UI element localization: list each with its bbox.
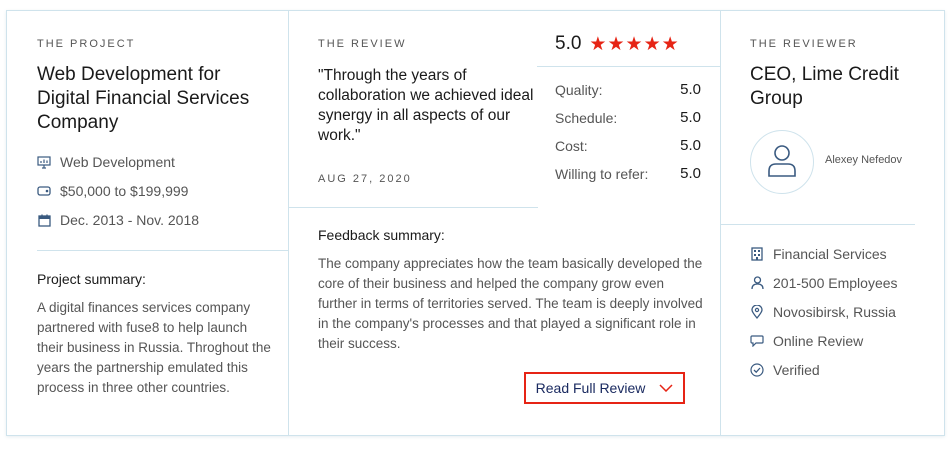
- reviewer-verified-text: Verified: [773, 362, 820, 378]
- rating-value: 5.0: [680, 81, 701, 98]
- read-full-review-label: Read Full Review: [535, 380, 646, 396]
- reviewer-location-text: Novosibirsk, Russia: [773, 304, 896, 320]
- project-summary-text: A digital finances services company part…: [37, 300, 271, 395]
- star-icon: ★: [661, 33, 679, 55]
- reviewer-verified: Verified: [750, 360, 820, 380]
- rating-value: 5.0: [680, 137, 701, 154]
- star-icon: ★: [625, 33, 643, 55]
- reviewer-review-type: Online Review: [750, 331, 863, 351]
- star-icon: ★: [607, 33, 625, 55]
- calendar-icon: [37, 213, 51, 227]
- project-service: Web Development: [37, 152, 175, 172]
- rating-cost: Cost: 5.0: [555, 137, 701, 154]
- user-avatar-icon: [767, 143, 797, 182]
- divider: [537, 66, 720, 67]
- project-budget-text: $50,000 to $199,999: [60, 183, 189, 199]
- building-icon: [750, 247, 764, 261]
- review-eyebrow: THE REVIEW: [318, 38, 407, 50]
- divider: [289, 207, 538, 208]
- project-dates-text: Dec. 2013 - Nov. 2018: [60, 212, 200, 228]
- feedback-summary-text: The company appreciates how the team bas…: [318, 256, 703, 351]
- project-title: Web Development for Digital Financial Se…: [37, 64, 250, 133]
- project-column: THE PROJECT Web Development for Digital …: [7, 11, 289, 435]
- divider: [721, 224, 915, 225]
- chat-bubble-icon: [750, 334, 764, 348]
- price-tag-icon: [37, 184, 51, 198]
- reviewer-column: THE REVIEWER CEO, Lime Credit Group Alex…: [721, 11, 945, 435]
- monitor-icon: [37, 155, 51, 169]
- reviewer-company-size-text: 201-500 Employees: [773, 275, 898, 291]
- review-column: THE REVIEW "Through the years of collabo…: [289, 11, 721, 435]
- rating-label: Quality:: [555, 81, 603, 98]
- overall-rating-value: 5.0: [555, 33, 582, 54]
- location-pin-icon: [750, 305, 764, 319]
- project-budget: $50,000 to $199,999: [37, 181, 188, 201]
- review-quote: "Through the years of collaboration we a…: [318, 67, 534, 144]
- star-icon: ★: [589, 33, 607, 55]
- star-rating: ★ ★ ★ ★ ★: [589, 35, 679, 54]
- star-icon: ★: [643, 33, 661, 55]
- rating-value: 5.0: [680, 109, 701, 126]
- chevron-down-icon: [659, 384, 673, 392]
- check-circle-icon: [750, 363, 764, 377]
- project-summary-heading: Project summary:: [37, 271, 146, 287]
- reviewer-name: Alexey Nefedov: [825, 154, 903, 166]
- project-service-text: Web Development: [60, 154, 175, 170]
- reviewer-company-size: 201-500 Employees: [750, 273, 898, 293]
- reviewer-location: Novosibirsk, Russia: [750, 302, 896, 322]
- rating-willing-to-refer: Willing to refer: 5.0: [555, 165, 701, 182]
- review-date: AUG 27, 2020: [318, 173, 412, 185]
- rating-schedule: Schedule: 5.0: [555, 109, 701, 126]
- project-dates: Dec. 2013 - Nov. 2018: [37, 210, 199, 230]
- reviewer-title: CEO, Lime Credit Group: [750, 64, 899, 109]
- rating-quality: Quality: 5.0: [555, 81, 701, 98]
- divider: [37, 250, 289, 251]
- avatar: [750, 130, 814, 194]
- project-eyebrow: THE PROJECT: [37, 38, 136, 50]
- rating-label: Cost:: [555, 137, 588, 154]
- reviewer-review-type-text: Online Review: [773, 333, 864, 349]
- feedback-summary-heading: Feedback summary:: [318, 227, 445, 243]
- reviewer-industry: Financial Services: [750, 244, 887, 264]
- overall-rating: 5.0 ★ ★ ★ ★ ★: [555, 33, 680, 55]
- user-icon: [750, 276, 764, 290]
- review-card: THE PROJECT Web Development for Digital …: [6, 10, 945, 436]
- read-full-review-button[interactable]: Read Full Review: [524, 372, 685, 404]
- reviewer-eyebrow: THE REVIEWER: [750, 38, 858, 50]
- rating-value: 5.0: [680, 165, 701, 182]
- reviewer-industry-text: Financial Services: [773, 246, 887, 262]
- rating-label: Willing to refer:: [555, 165, 649, 182]
- rating-label: Schedule:: [555, 109, 618, 126]
